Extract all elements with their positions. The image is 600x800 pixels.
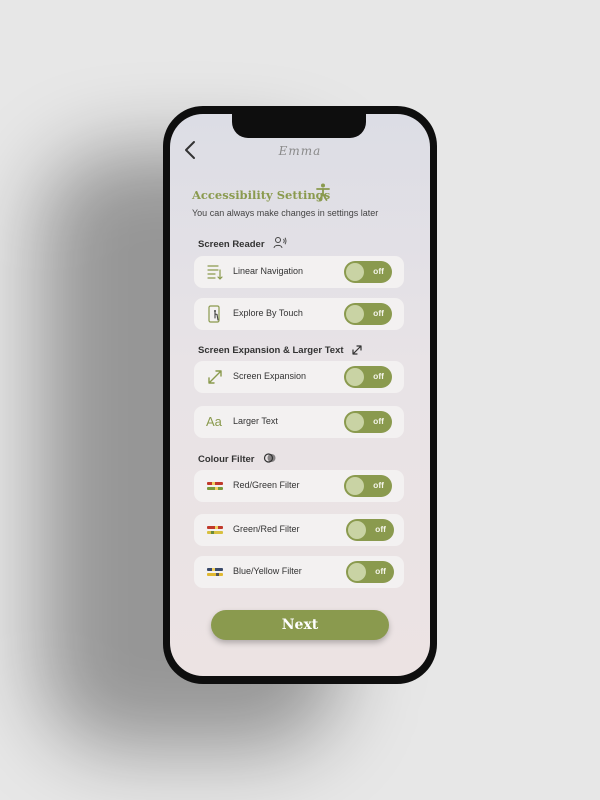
toggle-knob (346, 263, 364, 281)
person-voice-icon (273, 237, 287, 249)
page-title: Accessibility Settings (192, 188, 331, 202)
setting-row-screen-expansion: Screen Expansion off (194, 361, 404, 393)
accessibility-icon (316, 183, 330, 201)
back-arrow-icon[interactable] (182, 140, 200, 160)
toggle-knob (346, 477, 364, 495)
blue-yellow-filter-toggle[interactable]: off (346, 561, 394, 583)
setting-label: Linear Navigation (233, 266, 304, 276)
toggle-knob (346, 413, 364, 431)
setting-label: Explore By Touch (233, 308, 303, 318)
section-title-screen-expansion: Screen Expansion & Larger Text (198, 345, 344, 356)
toggle-knob (346, 305, 364, 323)
setting-row-red-green-filter: Red/Green Filter off (194, 470, 404, 502)
toggle-state: off (373, 416, 384, 426)
setting-row-explore-by-touch: Explore By Touch off (194, 298, 404, 330)
green-red-crayons-icon (207, 526, 223, 534)
text-size-icon: Aa (206, 414, 222, 429)
toggle-state: off (373, 266, 384, 276)
phone-notch (232, 114, 366, 138)
section-title-colour-filter: Colour Filter (198, 454, 255, 465)
page-subtitle: You can always make changes in settings … (192, 208, 379, 218)
linear-navigation-icon (207, 265, 223, 280)
setting-row-green-red-filter: Green/Red Filter off (194, 514, 404, 546)
phone-screen: Emma Accessibility Settings You can alwa… (170, 114, 430, 676)
setting-row-linear-navigation: Linear Navigation off (194, 256, 404, 288)
setting-row-larger-text: Aa Larger Text off (194, 406, 404, 438)
setting-label: Red/Green Filter (233, 480, 300, 490)
toggle-state: off (375, 566, 386, 576)
larger-text-toggle[interactable]: off (344, 411, 392, 433)
explore-by-touch-toggle[interactable]: off (344, 303, 392, 325)
toggle-state: off (373, 371, 384, 381)
next-button[interactable]: Next (211, 610, 389, 640)
toggle-knob (348, 563, 366, 581)
setting-label: Blue/Yellow Filter (233, 566, 302, 576)
toggle-state: off (373, 480, 384, 490)
setting-row-blue-yellow-filter: Blue/Yellow Filter off (194, 556, 404, 588)
app-logo: Emma (278, 144, 322, 158)
section-title-screen-reader: Screen Reader (198, 239, 265, 250)
setting-label: Larger Text (233, 416, 278, 426)
linear-navigation-toggle[interactable]: off (344, 261, 392, 283)
setting-label: Screen Expansion (233, 371, 307, 381)
setting-label: Green/Red Filter (233, 524, 300, 534)
toggle-state: off (373, 308, 384, 318)
red-green-filter-toggle[interactable]: off (344, 475, 392, 497)
toggle-knob (348, 521, 366, 539)
toggle-state: off (375, 524, 386, 534)
touch-phone-icon (208, 305, 220, 323)
toggle-knob (346, 368, 364, 386)
expand-arrows-icon (352, 345, 362, 355)
blue-yellow-crayons-icon (207, 568, 223, 576)
red-green-crayons-icon (207, 482, 223, 490)
green-red-filter-toggle[interactable]: off (346, 519, 394, 541)
screen-expansion-toggle[interactable]: off (344, 366, 392, 388)
expand-arrows-icon (208, 370, 222, 384)
colour-filter-icon (263, 453, 276, 463)
